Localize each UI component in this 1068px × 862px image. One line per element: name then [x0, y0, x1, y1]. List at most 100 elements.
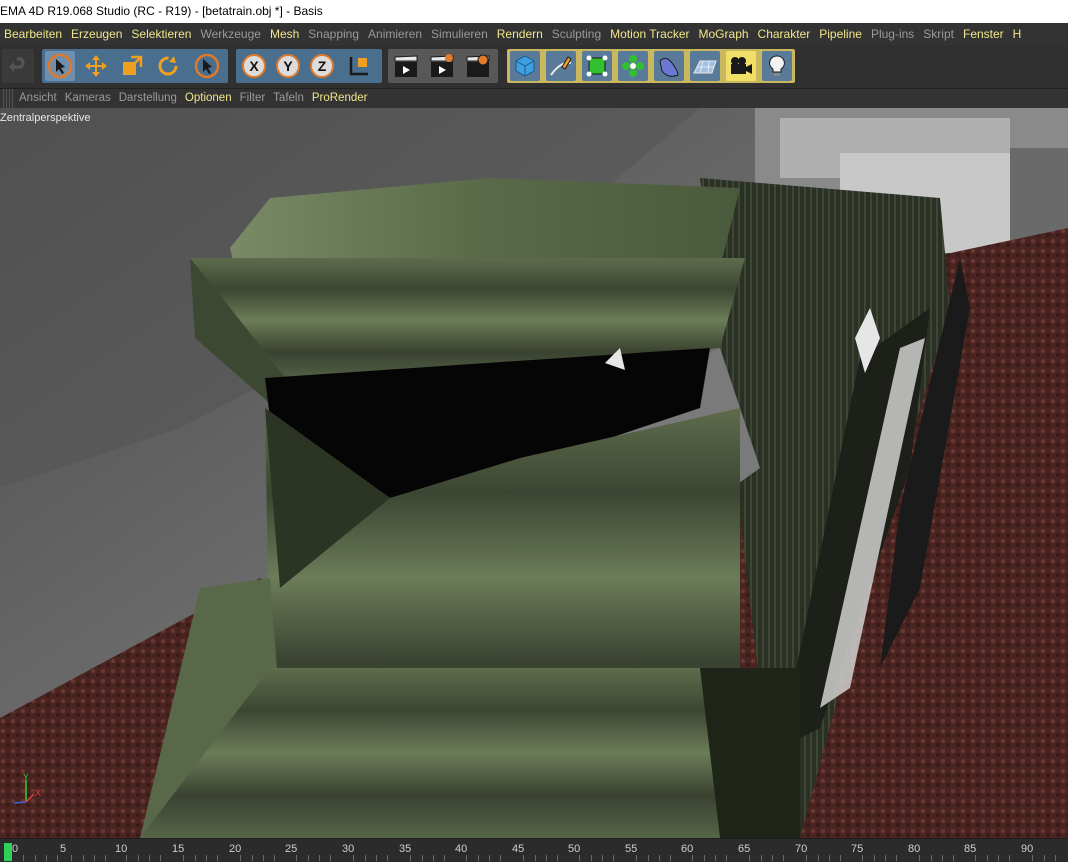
- timeline-tick-mark: [828, 855, 830, 861]
- menu-item-rendern[interactable]: Rendern: [493, 23, 548, 45]
- menu-item-bearbeiten[interactable]: Bearbeiten: [0, 23, 67, 45]
- timeline-tick-mark: [840, 855, 842, 861]
- timeline-tick-mark: [477, 855, 479, 861]
- y-axis-lock-button[interactable]: Y: [273, 51, 303, 81]
- light-icon: [769, 55, 785, 76]
- viewport-menu-grip[interactable]: [3, 89, 15, 108]
- viewport-menu-kameras[interactable]: Kameras: [61, 89, 115, 108]
- axis-gizmo: Y X: [13, 772, 41, 804]
- timeline-tick-mark: [953, 855, 955, 861]
- undo-button[interactable]: [3, 51, 33, 81]
- cube-primitive-button[interactable]: [510, 51, 540, 81]
- viewport-scene: [0, 108, 1068, 838]
- timeline-tick-mark: [670, 855, 672, 861]
- viewport-menu-darstellung[interactable]: Darstellung: [115, 89, 181, 108]
- timeline-tick-label: 90: [1021, 843, 1034, 855]
- menu-item-charakter[interactable]: Charakter: [754, 23, 816, 45]
- timeline-tick-mark: [997, 855, 999, 861]
- timeline-tick-mark: [658, 855, 660, 861]
- light-button[interactable]: [762, 51, 792, 81]
- timeline-tick-label: 20: [229, 843, 242, 855]
- last-tool-button[interactable]: [192, 51, 222, 81]
- menu-item-mesh[interactable]: Mesh: [266, 23, 304, 45]
- timeline-tick-label: 35: [399, 843, 412, 855]
- menu-item-motion-tracker[interactable]: Motion Tracker: [606, 23, 694, 45]
- timeline-tick-mark: [783, 855, 785, 861]
- timeline-tick-mark: [23, 855, 25, 861]
- timeline-tick-mark: [57, 855, 59, 861]
- axis-lock-group: X Y Z: [236, 49, 382, 83]
- timeline-tick-mark: [82, 855, 84, 861]
- rotate-button[interactable]: [153, 51, 183, 81]
- main-menu-bar: Bearbeiten Erzeugen Selektieren Werkzeuge Me…: [0, 23, 1068, 45]
- menu-item-snapping[interactable]: Snapping: [304, 23, 364, 45]
- timeline-tick-label: 0: [12, 843, 19, 855]
- undo-group: [2, 49, 34, 83]
- render-picture-viewer-button[interactable]: [427, 51, 457, 81]
- floor-environment-button[interactable]: [690, 51, 720, 81]
- timeline-tick-mark: [296, 855, 298, 861]
- y-axis-lock-icon: Y: [276, 54, 300, 78]
- timeline-tick-mark: [930, 855, 932, 861]
- timeline-tick-mark: [986, 855, 988, 861]
- undo-icon: [9, 57, 25, 72]
- timeline-tick-mark: [353, 855, 355, 861]
- subdivision-surface-icon: [586, 55, 608, 77]
- timeline-tick-mark: [601, 855, 603, 861]
- cloner-icon: [622, 55, 644, 77]
- live-selection-button[interactable]: [45, 51, 75, 81]
- menu-item-erzeugen[interactable]: Erzeugen: [67, 23, 127, 45]
- z-axis-lock-button[interactable]: Z: [307, 51, 337, 81]
- viewport-menu-filter[interactable]: Filter: [236, 89, 270, 108]
- menu-item-animieren[interactable]: Animieren: [364, 23, 427, 45]
- pen-spline-button[interactable]: [546, 51, 576, 81]
- viewport-menu-tafeln[interactable]: Tafeln: [269, 89, 308, 108]
- coordinate-system-button[interactable]: [344, 51, 374, 81]
- menu-item-werkzeuge[interactable]: Werkzeuge: [196, 23, 265, 45]
- timeline[interactable]: 0 5 10 15 20 25 30 35 40 45 50 55 60 65 70 75 80 85 90: [0, 838, 1068, 862]
- menu-item-skript[interactable]: Skript: [919, 23, 959, 45]
- subdivision-surface-button[interactable]: [582, 51, 612, 81]
- timeline-tick-mark: [421, 855, 423, 861]
- scale-icon: [123, 55, 143, 75]
- timeline-tick-mark: [749, 855, 751, 861]
- x-axis-lock-icon: X: [242, 54, 266, 78]
- camera-button[interactable]: [726, 51, 756, 81]
- timeline-tick-label: 5: [60, 843, 67, 855]
- timeline-tick-mark: [307, 855, 309, 861]
- menu-item-fenster[interactable]: Fenster: [959, 23, 1009, 45]
- timeline-tick-mark: [941, 855, 943, 861]
- render-picture-viewer-icon: [430, 54, 454, 77]
- timeline-tick-label: 60: [681, 843, 694, 855]
- timeline-tick-mark: [444, 855, 446, 861]
- viewport-camera-label: Zentralperspektive: [0, 112, 91, 124]
- timeline-tick-mark: [884, 855, 886, 861]
- timeline-tick-mark: [71, 855, 73, 861]
- timeline-tick-mark: [500, 855, 502, 861]
- 3d-viewport[interactable]: Zentralperspektive Y X: [0, 108, 1068, 838]
- menu-item-mograph[interactable]: MoGraph: [695, 23, 754, 45]
- timeline-tick-mark: [896, 855, 898, 861]
- timeline-cursor[interactable]: [4, 843, 12, 861]
- window-title: EMA 4D R19.068 Studio (RC - R19) - [beta…: [0, 4, 323, 18]
- scale-button[interactable]: [117, 51, 147, 81]
- last-tool-icon: [194, 53, 220, 79]
- x-axis-lock-button[interactable]: X: [239, 51, 269, 81]
- deformer-button[interactable]: [654, 51, 684, 81]
- menu-item-selektieren[interactable]: Selektieren: [127, 23, 196, 45]
- deformer-icon: [659, 57, 679, 77]
- menu-item-h[interactable]: H: [1009, 23, 1027, 45]
- viewport-menu-ansicht[interactable]: Ansicht: [15, 89, 61, 108]
- menu-item-pipeline[interactable]: Pipeline: [815, 23, 867, 45]
- menu-item-simulieren[interactable]: Simulieren: [427, 23, 493, 45]
- timeline-tick-mark: [1043, 855, 1045, 861]
- cloner-button[interactable]: [618, 51, 648, 81]
- viewport-menu-prorender[interactable]: ProRender: [308, 89, 372, 108]
- render-settings-button[interactable]: [463, 51, 493, 81]
- menu-item-sculpting[interactable]: Sculpting: [548, 23, 606, 45]
- move-button[interactable]: [81, 51, 111, 81]
- timeline-tick-mark: [274, 855, 276, 861]
- viewport-menu-optionen[interactable]: Optionen: [181, 89, 236, 108]
- menu-item-plug-ins[interactable]: Plug-ins: [867, 23, 919, 45]
- render-view-button[interactable]: [391, 51, 421, 81]
